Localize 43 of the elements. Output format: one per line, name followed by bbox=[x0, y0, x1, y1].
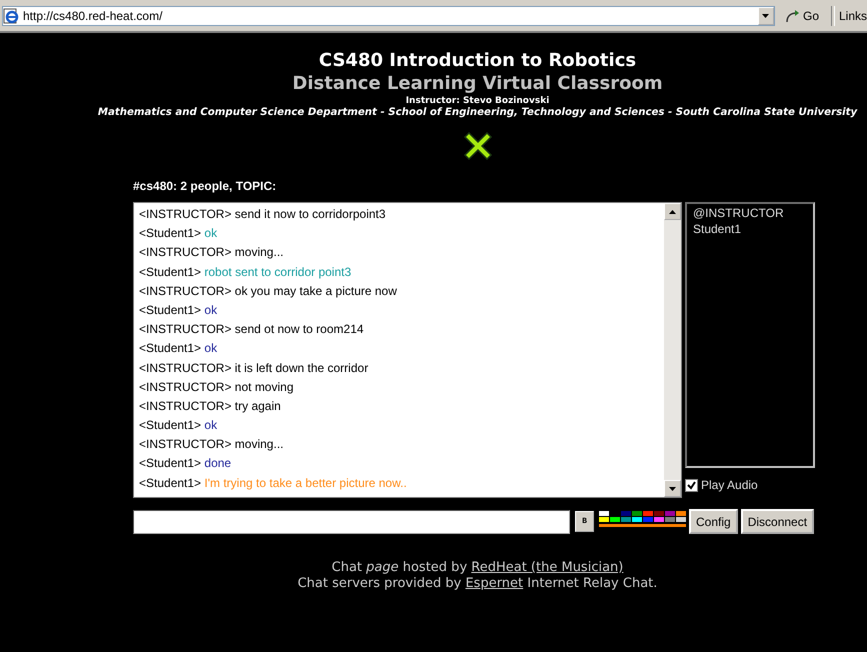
page-subtitle: Distance Learning Virtual Classroom bbox=[292, 72, 663, 96]
chat-message: <INSTRUCTOR> send it now to corridorpoint3 bbox=[139, 206, 387, 223]
user-item[interactable]: @INSTRUCTOR bbox=[693, 205, 807, 221]
footer-link[interactable]: Espernet bbox=[465, 576, 524, 591]
chat-message: <INSTRUCTOR> send ot now to room214 bbox=[139, 321, 365, 338]
play-audio-checkbox[interactable] bbox=[685, 478, 698, 492]
chat-message: <INSTRUCTOR> not moving bbox=[139, 378, 294, 396]
chat-message: <Student1> ok bbox=[139, 302, 218, 319]
down-arrow-icon bbox=[669, 486, 676, 490]
department-line: Mathematics and Computer Science Department - School of Engineering, Technology and Sciences - South Carolina State University bbox=[98, 107, 858, 119]
chat-message: <INSTRUCTOR> moving... bbox=[139, 436, 284, 454]
chat-message: <INSTRUCTOR> try again bbox=[139, 398, 282, 415]
chat-message: <Student1> done bbox=[139, 455, 232, 472]
cross-icon bbox=[463, 132, 492, 160]
chat-message: <Student1> ok bbox=[139, 225, 218, 242]
play-audio-label: Play Audio bbox=[701, 478, 758, 492]
chat-message: <INSTRUCTOR> moving... bbox=[139, 244, 284, 262]
scrollbar[interactable] bbox=[664, 203, 681, 497]
config-button[interactable]: Config bbox=[689, 509, 738, 534]
chat-message: <Student1> ok bbox=[139, 417, 218, 434]
channel-status: #cs480: 2 people, TOPIC: bbox=[133, 179, 276, 193]
page-title: CS480 Introduction to Robotics bbox=[318, 50, 636, 72]
arrow-icon bbox=[784, 8, 801, 22]
chat-message: <Student1> ok bbox=[139, 340, 218, 358]
instructor-name: Instructor: Stevo Bozinovski bbox=[406, 96, 550, 107]
disconnect-button[interactable]: Disconnect bbox=[740, 509, 814, 534]
bold-button[interactable]: B bbox=[575, 511, 594, 532]
user-item[interactable]: Student1 bbox=[693, 221, 807, 237]
chat-message: <Student1> robot sent to corridor point3 bbox=[139, 264, 352, 281]
dropdown-button[interactable] bbox=[758, 6, 774, 24]
chat-message: <INSTRUCTOR> ok you may take a picture now bbox=[139, 282, 398, 300]
chat-message: <Student1> I'm trying to take a better picture now.. bbox=[139, 474, 408, 492]
footer-text: Chat servers provided by Espernet Internet Relay Chat. bbox=[298, 576, 658, 592]
up-arrow-icon bbox=[669, 210, 676, 214]
address-field[interactable]: http://cs480.red-heat.com/ bbox=[2, 6, 775, 26]
links-toolbar[interactable]: Links bbox=[838, 8, 867, 22]
footer-link[interactable]: RedHeat (the Musician) bbox=[471, 560, 624, 575]
go-button[interactable]: Go bbox=[780, 4, 823, 26]
chat-message: <INSTRUCTOR> it is left down the corridor bbox=[139, 360, 370, 376]
page-icon bbox=[3, 8, 19, 24]
footer-text: Chat page hosted by RedHeat (the Musician) bbox=[332, 560, 624, 576]
caret-icon bbox=[762, 14, 770, 18]
message-input[interactable] bbox=[133, 510, 570, 534]
